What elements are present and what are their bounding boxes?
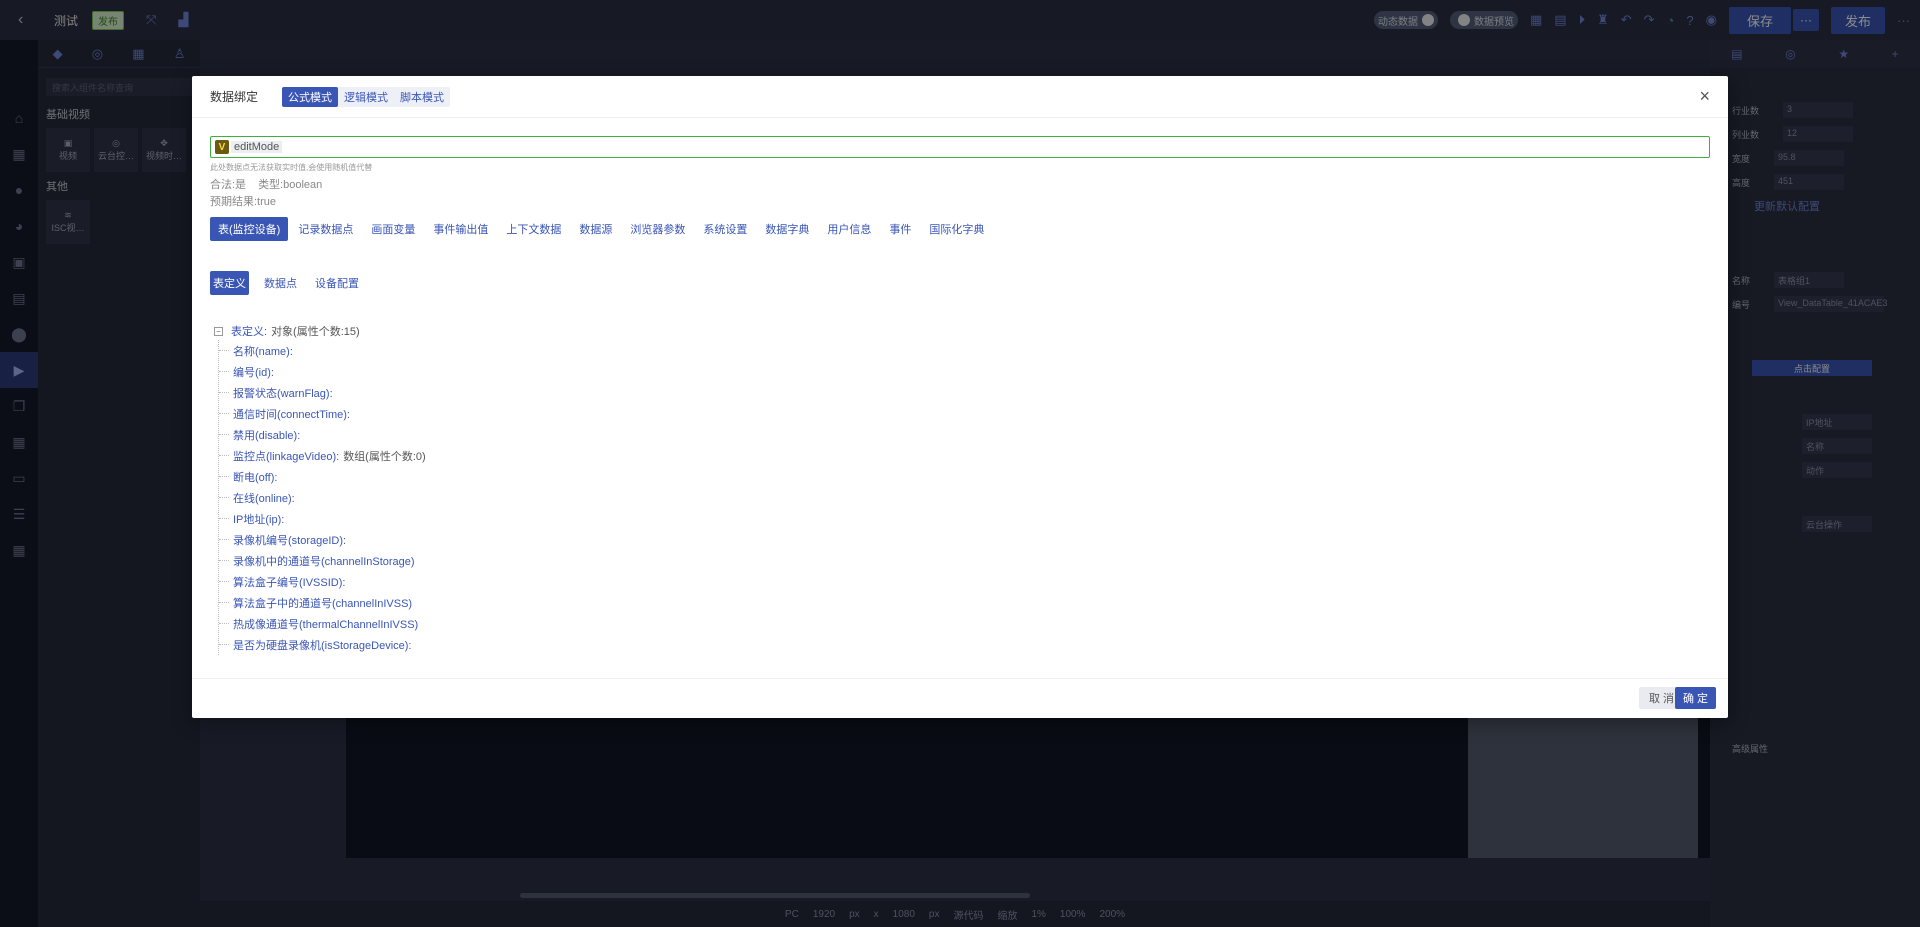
category-tab[interactable]: 系统设置 (695, 217, 755, 241)
tree-children: 名称(name): 编号(id): 报警状态(warnFlag): 通信时间(conn… (218, 340, 426, 655)
tree-node-label: 热成像通道号(thermalChannelInIVSS) (233, 618, 419, 631)
tree-node-label: 报警状态(warnFlag): (233, 387, 333, 400)
tree-node[interactable]: 报警状态(warnFlag): (219, 382, 426, 403)
tree-node-label: 录像机编号(storageID): (233, 534, 347, 547)
tree-root[interactable]: − 表定义: 对象(属性个数:15) (214, 322, 426, 340)
tree-node[interactable]: 编号(id): (219, 361, 426, 382)
validation-info: 合法:是 类型:boolean (210, 176, 322, 192)
confirm-button[interactable]: 确 定 (1674, 687, 1716, 709)
subtab-data-points[interactable]: 数据点 (261, 271, 300, 295)
tree-node-label: 录像机中的通道号(channelInStorage) (233, 555, 415, 568)
type-text: 类型:boolean (258, 179, 323, 191)
expected-result: 预期结果:true (210, 196, 277, 208)
category-tab[interactable]: 浏览器参数 (622, 217, 693, 241)
valid-text: 合法:是 (210, 179, 247, 191)
tree-node-label: 断电(off): (233, 471, 278, 484)
category-tab[interactable]: 上下文数据 (498, 217, 569, 241)
tree-node[interactable]: 断电(off): (219, 466, 426, 487)
tree-node[interactable]: 通信时间(connectTime): (219, 403, 426, 424)
category-tab[interactable]: 事件输出值 (425, 217, 496, 241)
category-tab[interactable]: 用户信息 (819, 217, 879, 241)
formula-hint: 此处数据点无法获取实时值,会使用随机值代替 (210, 163, 373, 172)
mode-switch: 公式模式 逻辑模式 脚本模式 (282, 86, 451, 107)
category-tab[interactable]: 数据字典 (757, 217, 817, 241)
tree-node-type: 数组(属性个数:0) (343, 450, 426, 463)
tree-node-label: 是否为硬盘录像机(isStorageDevice): (233, 639, 412, 652)
dialog-footer: 取 消 确 定 (192, 678, 1728, 718)
tree-root-label: 表定义: (231, 326, 268, 338)
tree-node[interactable]: 在线(online): (219, 487, 426, 508)
close-icon[interactable]: × (1699, 87, 1710, 105)
tab-logic-mode[interactable]: 逻辑模式 (338, 87, 394, 107)
subtab-device-config[interactable]: 设备配置 (312, 271, 362, 295)
dialog-header: 数据绑定 公式模式 逻辑模式 脚本模式 × (192, 76, 1728, 118)
tree-node[interactable]: 禁用(disable): (219, 424, 426, 445)
dialog-title: 数据绑定 (210, 90, 259, 104)
category-tab[interactable]: 事件 (881, 217, 919, 241)
tree-node-label: 监控点(linkageVideo): (233, 450, 340, 463)
tree-node-label: 通信时间(connectTime): (233, 408, 350, 421)
category-tab[interactable]: 记录数据点 (290, 217, 361, 241)
tree-node[interactable]: 算法盒子编号(IVSSID): (219, 571, 426, 592)
category-tabs: 表(监控设备) 记录数据点 画面变量 事件输出值 上下文数据 数据源 浏览器参数… (210, 217, 994, 241)
tree-node[interactable]: IP地址(ip): (219, 508, 426, 529)
tab-formula-mode[interactable]: 公式模式 (282, 86, 339, 107)
definition-tree: − 表定义: 对象(属性个数:15) 名称(name): 编号(id): 报警状态(… (214, 322, 426, 655)
tree-node[interactable]: 录像机中的通道号(channelInStorage) (219, 550, 426, 571)
tab-script-mode[interactable]: 脚本模式 (394, 87, 450, 107)
tree-node[interactable]: 录像机编号(storageID): (219, 529, 426, 550)
tree-node[interactable]: 监控点(linkageVideo): 数组(属性个数:0) (219, 445, 426, 466)
collapse-icon[interactable]: − (214, 326, 223, 336)
variable-token[interactable]: editMode (231, 141, 283, 153)
tree-node-label: 禁用(disable): (233, 429, 301, 442)
formula-input[interactable]: V editMode (210, 136, 1710, 158)
tree-node-label: 算法盒子编号(IVSSID): (233, 576, 346, 589)
tree-node-label: 编号(id): (233, 366, 274, 379)
tree-node[interactable]: 热成像通道号(thermalChannelInIVSS) (219, 613, 426, 634)
category-tab[interactable]: 数据源 (571, 217, 620, 241)
category-tab[interactable]: 表(监控设备) (210, 217, 289, 241)
tree-node-label: 在线(online): (233, 492, 295, 505)
data-binding-dialog: 数据绑定 公式模式 逻辑模式 脚本模式 × V editMode 此处数据点无法… (192, 76, 1728, 718)
category-tab[interactable]: 画面变量 (363, 217, 423, 241)
tree-node-label: 算法盒子中的通道号(channelInIVSS) (233, 597, 413, 610)
subtab-table-def[interactable]: 表定义 (210, 271, 249, 295)
tree-node[interactable]: 算法盒子中的通道号(channelInIVSS) (219, 592, 426, 613)
sub-tabs: 表定义 数据点 设备配置 (210, 271, 374, 295)
variable-icon: V (215, 140, 229, 154)
tree-node[interactable]: 名称(name): (219, 340, 426, 361)
tree-node-label: IP地址(ip): (233, 513, 285, 526)
tree-node-label: 名称(name): (233, 345, 293, 358)
tree-root-type: 对象(属性个数:15) (271, 326, 360, 338)
tree-node[interactable]: 是否为硬盘录像机(isStorageDevice): (219, 634, 426, 655)
category-tab[interactable]: 国际化字典 (921, 217, 992, 241)
